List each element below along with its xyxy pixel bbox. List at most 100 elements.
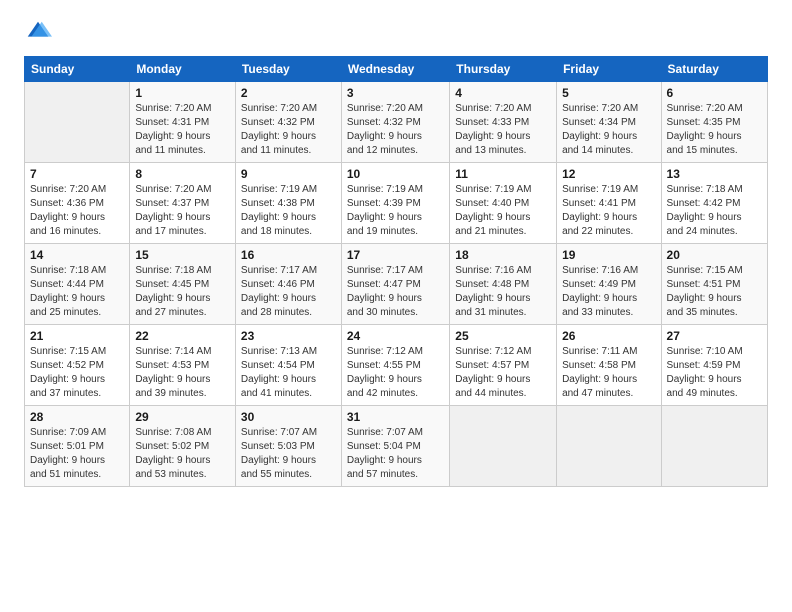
day-cell: 12Sunrise: 7:19 AM Sunset: 4:41 PM Dayli… bbox=[557, 163, 661, 244]
header-cell-sunday: Sunday bbox=[25, 57, 130, 82]
day-info: Sunrise: 7:12 AM Sunset: 4:55 PM Dayligh… bbox=[347, 345, 444, 401]
day-number: 26 bbox=[562, 329, 655, 343]
day-info: Sunrise: 7:16 AM Sunset: 4:48 PM Dayligh… bbox=[455, 264, 551, 320]
page: SundayMondayTuesdayWednesdayThursdayFrid… bbox=[0, 0, 792, 612]
day-info: Sunrise: 7:12 AM Sunset: 4:57 PM Dayligh… bbox=[455, 345, 551, 401]
day-number: 10 bbox=[347, 167, 444, 181]
day-cell: 1 Sunrise: 7:20 AM Sunset: 4:31 PM Daylig… bbox=[130, 82, 236, 163]
day-number: 29 bbox=[135, 410, 230, 424]
day-cell: 27 Sunrise: 7:10 AM Sunset: 4:59 PM Dayli… bbox=[661, 325, 767, 406]
day-cell: 10 Sunrise: 7:19 AM Sunset: 4:39 PM Dayli… bbox=[341, 163, 449, 244]
day-info: Sunrise: 7:20 AM Sunset: 4:36 PM Dayligh… bbox=[30, 183, 124, 239]
day-number: 28 bbox=[30, 410, 124, 424]
day-number: 19 bbox=[562, 248, 655, 262]
day-cell: 23Sunrise: 7:13 AM Sunset: 4:54 PM Dayli… bbox=[235, 325, 341, 406]
day-cell bbox=[557, 406, 661, 487]
day-cell: 8 Sunrise: 7:20 AM Sunset: 4:37 PM Daylig… bbox=[130, 163, 236, 244]
day-number: 14 bbox=[30, 248, 124, 262]
day-info: Sunrise: 7:20 AM Sunset: 4:32 PM Dayligh… bbox=[241, 102, 336, 158]
day-number: 25 bbox=[455, 329, 551, 343]
day-cell: 25 Sunrise: 7:12 AM Sunset: 4:57 PM Dayli… bbox=[450, 325, 557, 406]
day-info: Sunrise: 7:17 AM Sunset: 4:47 PM Dayligh… bbox=[347, 264, 444, 320]
day-number: 8 bbox=[135, 167, 230, 181]
day-number: 2 bbox=[241, 86, 336, 100]
day-number: 15 bbox=[135, 248, 230, 262]
week-row-4: 21 Sunrise: 7:15 AM Sunset: 4:52 PM Dayli… bbox=[25, 325, 768, 406]
day-cell: 29 Sunrise: 7:08 AM Sunset: 5:02 PM Dayli… bbox=[130, 406, 236, 487]
day-info: Sunrise: 7:19 AM Sunset: 4:41 PM Dayligh… bbox=[562, 183, 655, 239]
header-cell-wednesday: Wednesday bbox=[341, 57, 449, 82]
day-cell: 16Sunrise: 7:17 AM Sunset: 4:46 PM Dayli… bbox=[235, 244, 341, 325]
day-info: Sunrise: 7:17 AM Sunset: 4:46 PM Dayligh… bbox=[241, 264, 336, 320]
day-info: Sunrise: 7:20 AM Sunset: 4:32 PM Dayligh… bbox=[347, 102, 444, 158]
day-cell: 18 Sunrise: 7:16 AM Sunset: 4:48 PM Dayli… bbox=[450, 244, 557, 325]
day-number: 24 bbox=[347, 329, 444, 343]
day-cell: 28Sunrise: 7:09 AM Sunset: 5:01 PM Dayli… bbox=[25, 406, 130, 487]
day-number: 11 bbox=[455, 167, 551, 181]
day-number: 4 bbox=[455, 86, 551, 100]
day-info: Sunrise: 7:20 AM Sunset: 4:34 PM Dayligh… bbox=[562, 102, 655, 158]
calendar-header: SundayMondayTuesdayWednesdayThursdayFrid… bbox=[25, 57, 768, 82]
header-cell-friday: Friday bbox=[557, 57, 661, 82]
day-cell: 14 Sunrise: 7:18 AM Sunset: 4:44 PM Dayli… bbox=[25, 244, 130, 325]
day-info: Sunrise: 7:19 AM Sunset: 4:40 PM Dayligh… bbox=[455, 183, 551, 239]
day-number: 20 bbox=[667, 248, 762, 262]
day-info: Sunrise: 7:08 AM Sunset: 5:02 PM Dayligh… bbox=[135, 426, 230, 482]
header-cell-saturday: Saturday bbox=[661, 57, 767, 82]
day-info: Sunrise: 7:20 AM Sunset: 4:35 PM Dayligh… bbox=[667, 102, 762, 158]
day-cell: 30Sunrise: 7:07 AM Sunset: 5:03 PM Dayli… bbox=[235, 406, 341, 487]
week-row-1: 1 Sunrise: 7:20 AM Sunset: 4:31 PM Daylig… bbox=[25, 82, 768, 163]
day-cell: 31Sunrise: 7:07 AM Sunset: 5:04 PM Dayli… bbox=[341, 406, 449, 487]
day-cell: 6 Sunrise: 7:20 AM Sunset: 4:35 PM Daylig… bbox=[661, 82, 767, 163]
calendar-body: 1 Sunrise: 7:20 AM Sunset: 4:31 PM Daylig… bbox=[25, 82, 768, 487]
day-number: 6 bbox=[667, 86, 762, 100]
day-info: Sunrise: 7:19 AM Sunset: 4:38 PM Dayligh… bbox=[241, 183, 336, 239]
week-row-2: 7Sunrise: 7:20 AM Sunset: 4:36 PM Daylig… bbox=[25, 163, 768, 244]
day-info: Sunrise: 7:18 AM Sunset: 4:42 PM Dayligh… bbox=[667, 183, 762, 239]
day-cell bbox=[450, 406, 557, 487]
day-cell: 4Sunrise: 7:20 AM Sunset: 4:33 PM Daylig… bbox=[450, 82, 557, 163]
week-row-5: 28Sunrise: 7:09 AM Sunset: 5:01 PM Dayli… bbox=[25, 406, 768, 487]
day-cell: 26 Sunrise: 7:11 AM Sunset: 4:58 PM Dayli… bbox=[557, 325, 661, 406]
day-info: Sunrise: 7:16 AM Sunset: 4:49 PM Dayligh… bbox=[562, 264, 655, 320]
day-number: 17 bbox=[347, 248, 444, 262]
day-cell: 15Sunrise: 7:18 AM Sunset: 4:45 PM Dayli… bbox=[130, 244, 236, 325]
day-cell: 24 Sunrise: 7:12 AM Sunset: 4:55 PM Dayli… bbox=[341, 325, 449, 406]
day-cell bbox=[661, 406, 767, 487]
day-cell: 20 Sunrise: 7:15 AM Sunset: 4:51 PM Dayli… bbox=[661, 244, 767, 325]
header-cell-tuesday: Tuesday bbox=[235, 57, 341, 82]
day-number: 9 bbox=[241, 167, 336, 181]
day-cell: 22 Sunrise: 7:14 AM Sunset: 4:53 PM Dayli… bbox=[130, 325, 236, 406]
day-info: Sunrise: 7:19 AM Sunset: 4:39 PM Dayligh… bbox=[347, 183, 444, 239]
day-number: 31 bbox=[347, 410, 444, 424]
day-cell: 19 Sunrise: 7:16 AM Sunset: 4:49 PM Dayli… bbox=[557, 244, 661, 325]
day-info: Sunrise: 7:20 AM Sunset: 4:37 PM Dayligh… bbox=[135, 183, 230, 239]
day-number: 5 bbox=[562, 86, 655, 100]
day-number: 22 bbox=[135, 329, 230, 343]
day-number: 30 bbox=[241, 410, 336, 424]
day-number: 3 bbox=[347, 86, 444, 100]
day-info: Sunrise: 7:11 AM Sunset: 4:58 PM Dayligh… bbox=[562, 345, 655, 401]
day-number: 27 bbox=[667, 329, 762, 343]
day-info: Sunrise: 7:15 AM Sunset: 4:51 PM Dayligh… bbox=[667, 264, 762, 320]
day-number: 1 bbox=[135, 86, 230, 100]
day-info: Sunrise: 7:20 AM Sunset: 4:31 PM Dayligh… bbox=[135, 102, 230, 158]
day-info: Sunrise: 7:14 AM Sunset: 4:53 PM Dayligh… bbox=[135, 345, 230, 401]
header-cell-monday: Monday bbox=[130, 57, 236, 82]
header-cell-thursday: Thursday bbox=[450, 57, 557, 82]
logo-icon bbox=[24, 18, 52, 46]
day-info: Sunrise: 7:15 AM Sunset: 4:52 PM Dayligh… bbox=[30, 345, 124, 401]
day-cell: 11 Sunrise: 7:19 AM Sunset: 4:40 PM Dayli… bbox=[450, 163, 557, 244]
header bbox=[24, 18, 768, 46]
day-info: Sunrise: 7:10 AM Sunset: 4:59 PM Dayligh… bbox=[667, 345, 762, 401]
day-cell: 2 Sunrise: 7:20 AM Sunset: 4:32 PM Daylig… bbox=[235, 82, 341, 163]
day-number: 21 bbox=[30, 329, 124, 343]
header-row: SundayMondayTuesdayWednesdayThursdayFrid… bbox=[25, 57, 768, 82]
day-cell: 17 Sunrise: 7:17 AM Sunset: 4:47 PM Dayli… bbox=[341, 244, 449, 325]
day-cell: 9 Sunrise: 7:19 AM Sunset: 4:38 PM Daylig… bbox=[235, 163, 341, 244]
day-info: Sunrise: 7:18 AM Sunset: 4:44 PM Dayligh… bbox=[30, 264, 124, 320]
day-cell: 21 Sunrise: 7:15 AM Sunset: 4:52 PM Dayli… bbox=[25, 325, 130, 406]
day-cell: 7Sunrise: 7:20 AM Sunset: 4:36 PM Daylig… bbox=[25, 163, 130, 244]
day-number: 23 bbox=[241, 329, 336, 343]
day-number: 18 bbox=[455, 248, 551, 262]
